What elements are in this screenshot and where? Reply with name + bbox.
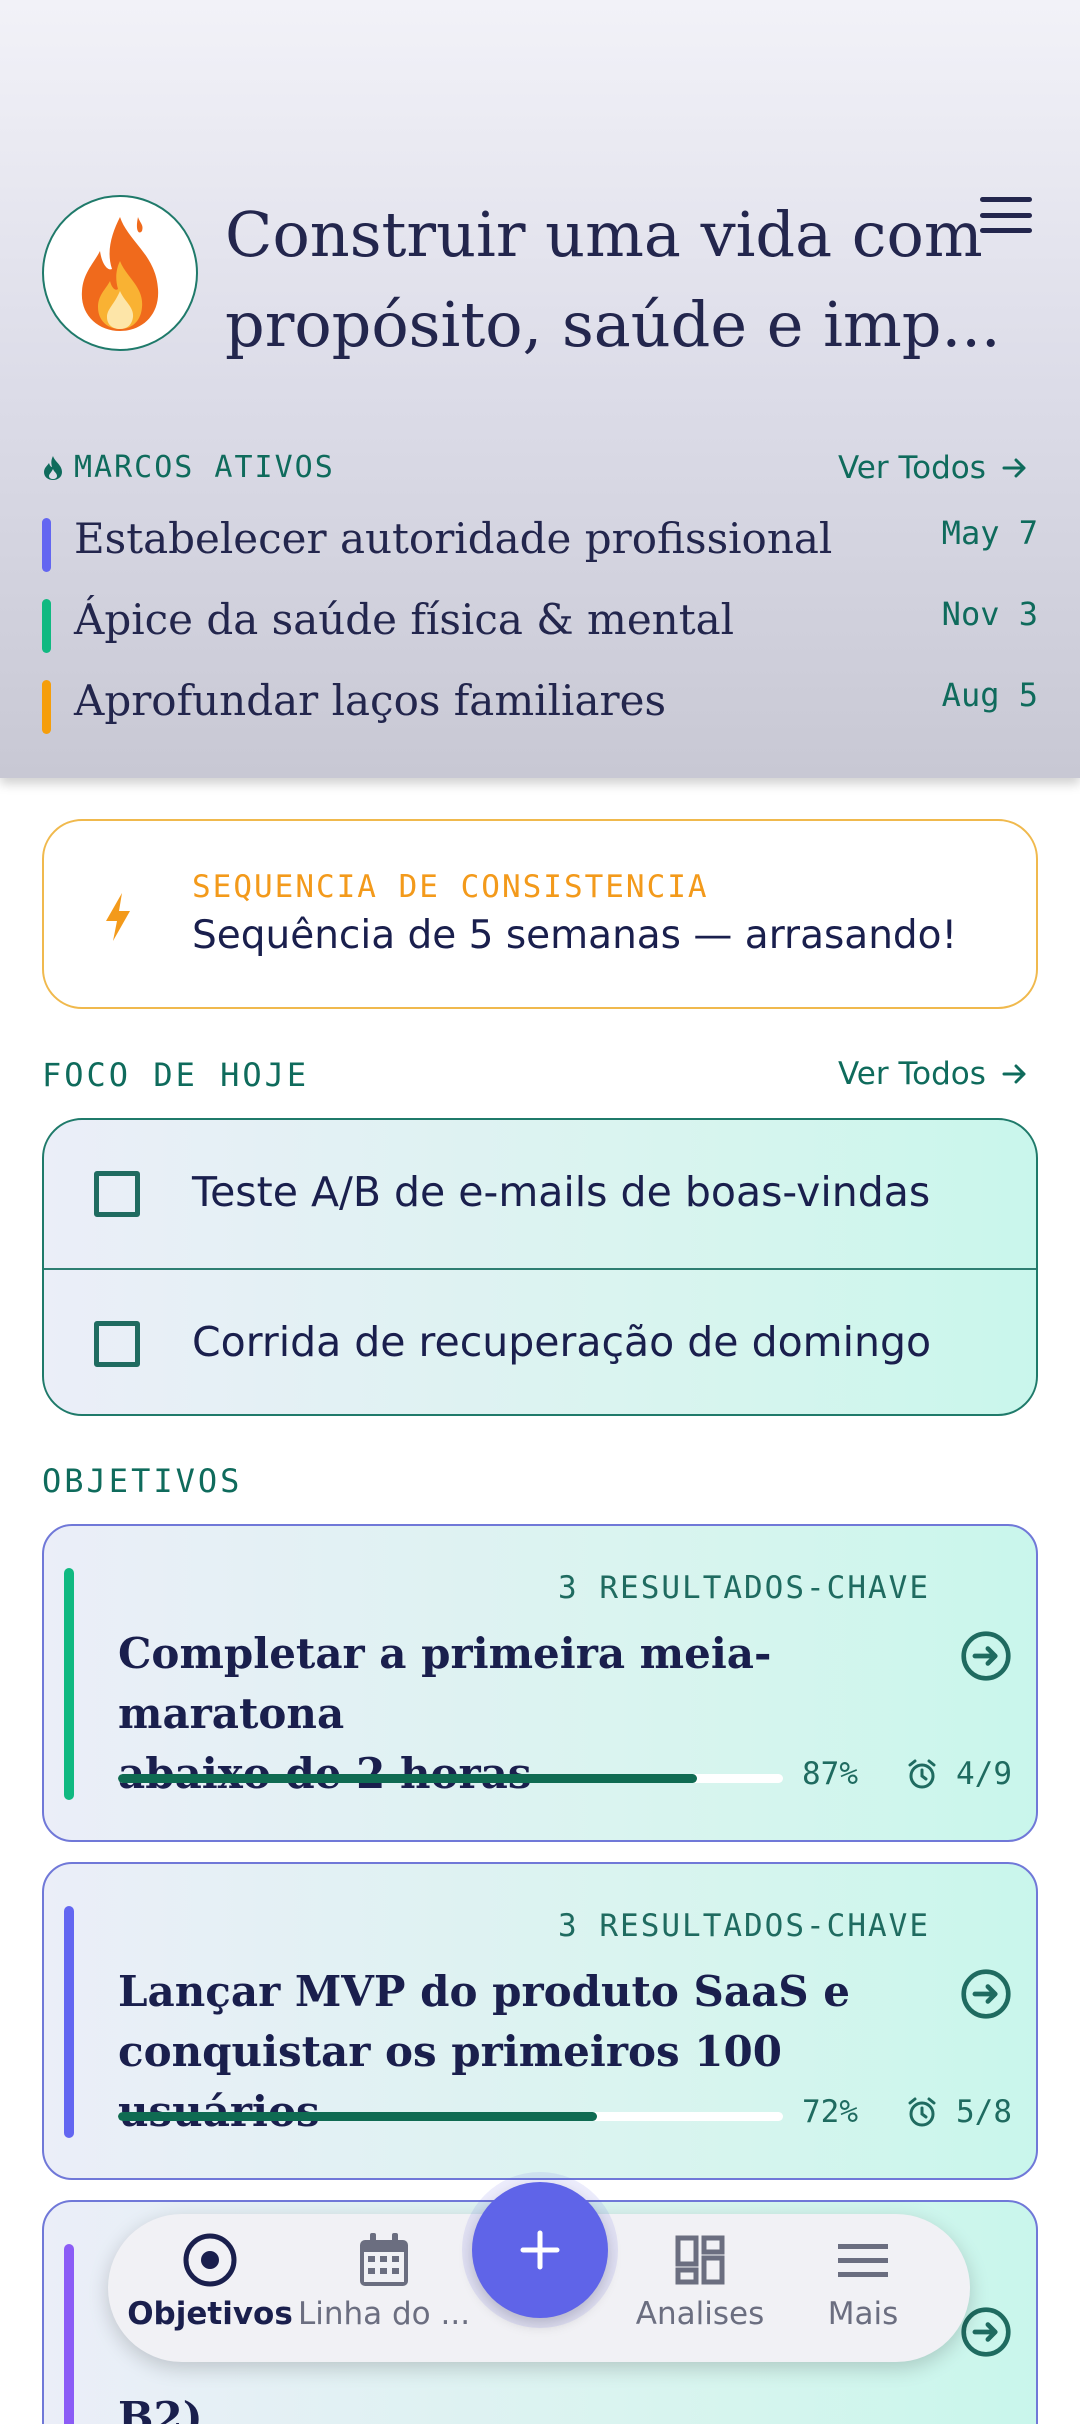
lightning-icon (106, 893, 130, 941)
objective-progress-fill (118, 1774, 697, 1783)
objective-progress-bar (118, 2112, 783, 2121)
fire-icon (81, 217, 159, 331)
focus-item[interactable]: Teste A/B de e-mails de boas-vindas (44, 1120, 1036, 1268)
objective-title-line: Lançar MVP do produto SaaS e (118, 1967, 850, 2016)
title-line-2: propósito, saúde e imp... (225, 288, 1001, 361)
nav-label: Analises (635, 2296, 765, 2332)
streak-card[interactable]: SEQUENCIA DE CONSISTENCIA Sequência de 5… (42, 819, 1038, 1009)
milestone-color-bar (42, 599, 51, 653)
objective-title-line: conquistar os primeiros 100 usuários (118, 2027, 782, 2136)
objective-task-count: 5/8 (956, 2094, 1012, 2130)
focus-list: Teste A/B de e-mails de boas-vindas Corr… (42, 1118, 1038, 1416)
title-line-1: Construir uma vida com (225, 198, 983, 271)
objective-progress-bar (118, 1774, 783, 1783)
focus-checkbox[interactable] (94, 1321, 140, 1367)
objectives-label: OBJETIVOS (42, 1462, 243, 1500)
focus-item-text: Teste A/B de e-mails de boas-vindas (192, 1168, 931, 1216)
focus-item-text: Corrida de recuperação de domingo (192, 1318, 932, 1366)
arrow-right-icon (1002, 1064, 1026, 1084)
arrow-circle-right-icon[interactable] (960, 1630, 1012, 1682)
see-all-label: Ver Todos (838, 450, 986, 486)
milestones-see-all-link[interactable]: Ver Todos (838, 450, 1028, 486)
focus-see-all-link[interactable]: Ver Todos (838, 1056, 1028, 1092)
objective-card[interactable]: 3 RESULTADOS-CHAVE Lançar MVP do produto… (42, 1862, 1038, 2180)
nav-label: Mais (827, 2296, 899, 2332)
add-button[interactable] (472, 2182, 608, 2318)
objective-title: B2) (118, 2388, 918, 2424)
dashboard-icon (675, 2235, 725, 2285)
objective-task-count: 4/9 (956, 1756, 1012, 1792)
target-icon (183, 2233, 237, 2287)
objective-color-bar (64, 2244, 74, 2424)
objective-color-bar (64, 1906, 74, 2138)
nav-tab-mais[interactable]: Mais (798, 2214, 928, 2362)
key-results-count: 3 RESULTADOS-CHAVE (558, 1908, 930, 1944)
milestones-label-text: MARCOS ATIVOS (74, 450, 335, 485)
alarm-clock-icon (908, 1759, 936, 1789)
objective-title-line: B2) (118, 2393, 203, 2424)
milestones-label: MARCOS ATIVOS (42, 450, 335, 485)
milestone-color-bar (42, 518, 51, 572)
menu-icon (838, 2244, 888, 2277)
arrow-right-icon (1002, 458, 1026, 478)
alarm-clock-icon (908, 2097, 936, 2127)
streak-text: Sequência de 5 semanas — arrasando! (192, 913, 958, 958)
milestone-color-bar (42, 680, 51, 734)
header: Construir uma vida com propósito, saúde … (0, 0, 1080, 778)
key-results-count: 3 RESULTADOS-CHAVE (558, 1570, 930, 1606)
arrow-circle-right-icon[interactable] (960, 1968, 1012, 2020)
objective-color-bar (64, 1568, 74, 1800)
focus-item[interactable]: Corrida de recuperação de domingo (44, 1270, 1036, 1414)
milestone-date: Aug 5 (941, 676, 1038, 714)
flame-small-icon (44, 455, 62, 480)
objective-title-line: Completar a primeira meia-maratona (118, 1629, 772, 1738)
milestone-name: Ápice da saúde física & mental (74, 595, 735, 644)
milestone-item[interactable]: Aprofundar laços familiares Aug 5 (42, 676, 1038, 734)
streak-label: SEQUENCIA DE CONSISTENCIA (192, 869, 709, 905)
nav-tab-objetivos[interactable]: Objetivos (127, 2214, 293, 2362)
arrow-circle-right-icon[interactable] (960, 2306, 1012, 2358)
calendar-icon (360, 2233, 408, 2286)
milestone-item[interactable]: Estabelecer autoridade profissional May … (42, 514, 1038, 572)
nav-tab-analises[interactable]: Analises (620, 2214, 780, 2362)
nav-label: Linha do ... (297, 2296, 471, 2332)
objective-progress-percent: 87% (802, 1756, 858, 1792)
focus-label: FOCO DE HOJE (42, 1056, 310, 1094)
see-all-label: Ver Todos (838, 1056, 986, 1092)
nav-label: Objetivos (127, 2296, 293, 2332)
objective-card[interactable]: 3 RESULTADOS-CHAVE Completar a primeira … (42, 1524, 1038, 1842)
milestone-name: Estabelecer autoridade profissional (74, 514, 833, 563)
milestone-name: Aprofundar laços familiares (74, 676, 666, 725)
avatar[interactable] (42, 195, 198, 351)
milestone-item[interactable]: Ápice da saúde física & mental Nov 3 (42, 595, 1038, 653)
focus-checkbox[interactable] (94, 1171, 140, 1217)
nav-tab-linha-do-tempo[interactable]: Linha do ... (290, 2214, 478, 2362)
objective-progress-percent: 72% (802, 2094, 858, 2130)
plus-icon (520, 2230, 560, 2270)
milestone-date: May 7 (941, 514, 1038, 552)
objective-progress-fill (118, 2112, 597, 2121)
milestone-date: Nov 3 (941, 595, 1038, 633)
page-title: Construir uma vida com propósito, saúde … (225, 190, 1001, 370)
hamburger-menu-icon[interactable] (980, 195, 1032, 235)
